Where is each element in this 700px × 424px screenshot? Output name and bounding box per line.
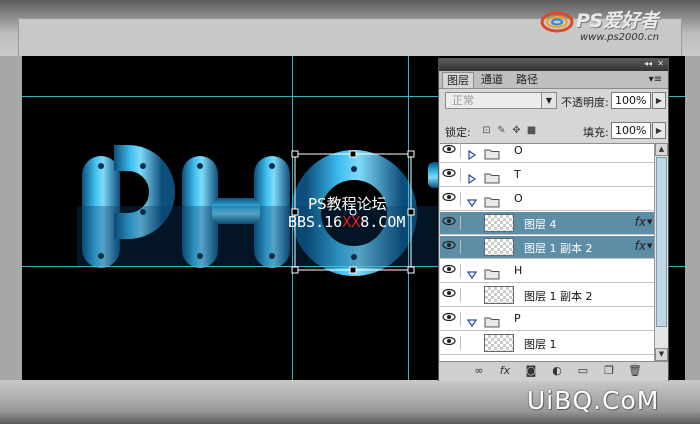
collapse-icon[interactable]: ◂◂ — [644, 59, 652, 68]
folder-icon — [484, 313, 500, 328]
layer-group-row[interactable]: O — [440, 188, 654, 211]
layers-panel: ◂◂ ✕ 图层 通道 路径 ▾≡ 正常 ▼ 不透明度: 100% ▶ 锁定: ⊡… — [438, 58, 669, 381]
forum-watermark-title: PS教程论坛 — [308, 195, 387, 213]
layer-name[interactable]: 图层 1 副本 2 — [524, 288, 593, 304]
panel-titlebar[interactable]: ◂◂ ✕ — [439, 59, 668, 71]
forum-watermark-url: BBS.16XX8.COM — [288, 213, 405, 231]
layer-group-name: O — [514, 192, 523, 205]
fill-slider-toggle[interactable]: ▶ — [652, 122, 666, 139]
layer-effects-icon[interactable]: fx — [635, 215, 646, 229]
new-group-icon[interactable]: ▭ — [575, 364, 591, 378]
folder-icon — [484, 265, 500, 280]
layer-group-name: O — [514, 144, 523, 157]
visibility-eye-icon[interactable] — [442, 288, 461, 302]
fill-label: 填充: — [583, 126, 609, 139]
trash-icon[interactable]: 🗑 — [627, 364, 643, 378]
panel-tabs: 图层 通道 路径 ▾≡ — [439, 71, 668, 89]
brand-name: PS爱好者 — [576, 10, 659, 32]
lock-fill-row: 锁定: ⊡ ✎ ✥ ■ 填充: 100% ▶ — [443, 120, 666, 142]
visibility-eye-icon[interactable] — [442, 312, 461, 326]
effects-expand-icon[interactable]: ▼ — [647, 215, 654, 230]
folder-icon — [484, 145, 500, 160]
layer-name[interactable]: 图层 1 副本 2 — [524, 240, 593, 256]
triangle-right-icon[interactable] — [467, 145, 477, 161]
tab-channels[interactable]: 通道 — [477, 72, 507, 87]
document-frame-right — [685, 56, 700, 380]
blend-mode-select[interactable]: 正常 ▼ — [445, 92, 557, 109]
layer-thumbnail — [484, 286, 514, 304]
blend-mode-value: 正常 — [452, 94, 474, 107]
watermark-url-suffix: 8.COM — [360, 213, 406, 231]
folder-icon — [484, 193, 500, 208]
close-icon[interactable]: ✕ — [657, 59, 664, 68]
lock-label: 锁定: — [445, 126, 471, 139]
adjustment-icon[interactable]: ◐ — [549, 364, 565, 378]
layers-list: O T O 图层 4 fx ▼ 图层 1 副本 2 fx ▼ H 图层 1 副本 2 P 图层 1 — [440, 143, 654, 362]
visibility-eye-icon[interactable] — [442, 240, 461, 254]
scroll-up-icon[interactable]: ▲ — [655, 143, 668, 156]
tab-paths[interactable]: 路径 — [512, 72, 542, 87]
panel-menu-icon[interactable]: ▾≡ — [645, 72, 666, 87]
tab-layers[interactable]: 图层 — [442, 72, 474, 88]
lock-all-icon[interactable]: ■ — [526, 125, 537, 136]
visibility-eye-icon[interactable] — [442, 192, 461, 206]
fill-field[interactable]: 100% — [611, 122, 651, 139]
layer-group-name: T — [514, 168, 521, 181]
triangle-right-icon[interactable] — [467, 169, 477, 185]
layer-group-row[interactable]: H — [440, 260, 654, 283]
scroll-down-icon[interactable]: ▼ — [655, 348, 668, 361]
layer-group-row[interactable]: O — [440, 144, 654, 163]
layer-thumbnail — [484, 238, 514, 256]
visibility-eye-icon[interactable] — [442, 264, 461, 278]
layer-group-name: H — [514, 264, 523, 277]
new-layer-icon[interactable]: ❐ — [601, 364, 617, 378]
link-icon[interactable]: ∞ — [471, 364, 487, 378]
layer-group-row[interactable]: P — [440, 308, 654, 331]
layer-effects-icon[interactable]: fx — [635, 239, 646, 253]
watermark-url-prefix: BBS.16 — [288, 213, 343, 231]
mask-icon[interactable]: ◙ — [523, 364, 539, 378]
layer-group-row[interactable]: T — [440, 164, 654, 187]
layer-name[interactable]: 图层 4 — [524, 216, 557, 232]
layer-name[interactable]: 图层 1 — [524, 336, 557, 352]
opacity-field[interactable]: 100% — [611, 92, 651, 109]
brand-logo-block: PS爱好者 www.ps2000.cn — [540, 4, 690, 50]
layers-bottom-toolbar: ∞ fx ◙ ◐ ▭ ❐ 🗑 — [439, 361, 668, 381]
fx-icon[interactable]: fx — [497, 364, 513, 378]
folder-icon — [484, 169, 500, 184]
layer-row[interactable]: 图层 4 fx ▼ — [440, 212, 654, 235]
layer-group-name: P — [514, 312, 521, 325]
chevron-down-icon: ▼ — [541, 93, 556, 108]
lock-transparency-icon[interactable]: ⊡ — [481, 125, 492, 136]
visibility-eye-icon[interactable] — [442, 336, 461, 350]
document-frame-left — [0, 56, 22, 380]
triangle-down-icon[interactable] — [466, 193, 478, 208]
triangle-down-icon[interactable] — [466, 265, 478, 280]
visibility-eye-icon[interactable] — [442, 144, 461, 158]
brand-url: www.ps2000.cn — [580, 32, 660, 43]
triangle-down-icon[interactable] — [466, 313, 478, 328]
effects-expand-icon[interactable]: ▼ — [647, 239, 654, 254]
opacity-label: 不透明度: — [561, 96, 609, 109]
watermark-url-red: XX — [342, 213, 361, 231]
lock-position-icon[interactable]: ✥ — [511, 125, 522, 136]
visibility-eye-icon[interactable] — [442, 168, 461, 182]
lock-pixels-icon[interactable]: ✎ — [496, 125, 507, 136]
layers-scrollbar[interactable]: ▲ ▼ — [654, 143, 668, 361]
layer-row[interactable]: 图层 1 副本 2 fx ▼ — [440, 236, 654, 259]
blend-opacity-row: 正常 ▼ 不透明度: 100% ▶ — [443, 90, 666, 112]
layer-thumbnail — [484, 214, 514, 232]
site-watermark: UiBQ.CoM — [527, 386, 660, 415]
scroll-thumb[interactable] — [656, 157, 667, 327]
layer-thumbnail — [484, 334, 514, 352]
visibility-eye-icon[interactable] — [442, 216, 461, 230]
brand-swirl-icon — [540, 11, 574, 33]
layer-row[interactable]: 图层 1 — [440, 332, 654, 355]
opacity-slider-toggle[interactable]: ▶ — [652, 92, 666, 109]
layer-row[interactable]: 图层 1 副本 2 — [440, 284, 654, 307]
